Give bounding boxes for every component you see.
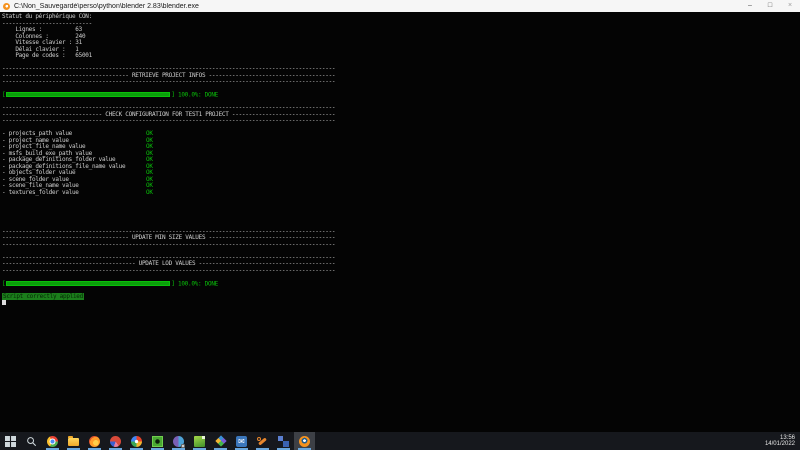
console-line (2, 300, 800, 307)
app-tools-icon (257, 436, 268, 447)
app-red-swirl-icon (110, 435, 121, 447)
progress-bar (6, 92, 171, 97)
desktop: C:\Non_Sauvegardé\perso\python\blender 2… (0, 0, 800, 450)
app-green-doc-icon (194, 435, 205, 447)
check-label: - textures_folder value (2, 188, 79, 196)
taskbar-item-app-green-doc[interactable] (189, 432, 210, 450)
app-blocks-icon (278, 435, 289, 447)
minimize-button[interactable]: – (740, 0, 760, 12)
taskbar-item-start[interactable] (0, 432, 21, 450)
app-green-square-icon (152, 435, 163, 447)
console-output[interactable]: Statut du périphérique CON: -------------… (0, 12, 800, 432)
taskbar-item-app-diamond[interactable] (210, 432, 231, 450)
status-ok: OK (146, 188, 153, 196)
chrome-icon (47, 435, 58, 447)
taskbar-item-app-mail[interactable]: ✉ (231, 432, 252, 450)
taskbar-item-app-green-square[interactable] (147, 432, 168, 450)
restore-button[interactable]: □ (760, 0, 780, 12)
search-icon (26, 436, 37, 447)
progress-fill (7, 93, 170, 96)
taskbar-item-blender[interactable] (294, 432, 315, 450)
taskbar-item-app-tools[interactable] (252, 432, 273, 450)
taskbar: ✉ 13:56 14/01/2022 (0, 432, 800, 450)
blender-icon (299, 435, 310, 447)
progress-label: ] 100.0%: DONE (171, 91, 218, 99)
app-lock-icon (173, 435, 185, 448)
blender-app-icon (3, 2, 10, 10)
console-cursor (2, 300, 6, 305)
app-colorful-circle-icon (131, 435, 142, 447)
taskbar-item-app-blocks[interactable] (273, 432, 294, 450)
taskbar-items: ✉ (0, 432, 315, 450)
clock-date: 14/01/2022 (764, 441, 795, 447)
app-mail-icon: ✉ (236, 435, 247, 447)
window-controls: – □ × (740, 0, 800, 12)
window-title: C:\Non_Sauvegardé\perso\python\blender 2… (14, 2, 199, 10)
taskbar-item-app-colorful-circle[interactable] (126, 432, 147, 450)
start-icon (5, 435, 16, 447)
app-diamond-icon (214, 435, 227, 447)
taskbar-item-file-explorer[interactable] (63, 432, 84, 450)
taskbar-item-app-red-swirl[interactable] (105, 432, 126, 450)
taskbar-item-firefox[interactable] (84, 432, 105, 450)
progress-fill (7, 281, 170, 285)
script-applied-message: Script correctly applied (2, 292, 84, 300)
file-explorer-icon (68, 436, 79, 446)
taskbar-item-app-lock[interactable] (168, 432, 189, 450)
taskbar-item-search[interactable] (21, 432, 42, 450)
taskbar-item-chrome[interactable] (42, 432, 63, 450)
taskbar-clock[interactable]: 13:56 14/01/2022 (765, 435, 800, 448)
close-button[interactable]: × (780, 0, 800, 12)
firefox-icon (89, 435, 100, 447)
window-titlebar[interactable]: C:\Non_Sauvegardé\perso\python\blender 2… (0, 0, 800, 12)
progress-bar (6, 280, 171, 286)
progress-label: ] 100.0%: DONE (171, 280, 218, 287)
